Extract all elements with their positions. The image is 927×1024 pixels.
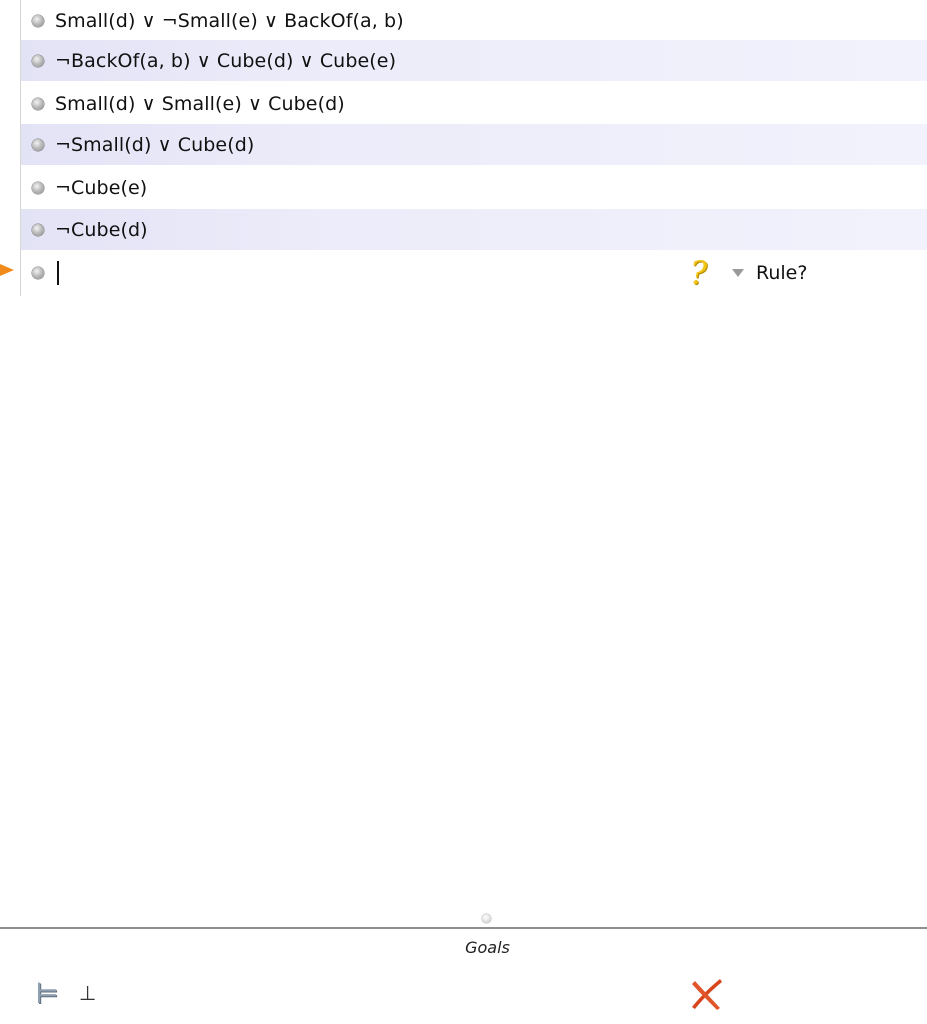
fail-x-icon (692, 979, 722, 1010)
line-bullet-icon (32, 266, 44, 279)
line-bullet-icon (32, 14, 44, 27)
proof-line-5[interactable]: ¬Cube(e) (21, 167, 927, 208)
line-formula[interactable]: ¬Cube(e) (55, 177, 147, 199)
line-bullet-icon (32, 54, 44, 67)
chevron-down-icon[interactable] (732, 269, 744, 277)
proof-line-2[interactable]: ¬BackOf(a, b) ∨ Cube(d) ∨ Cube(e) (21, 40, 927, 81)
rule-selector[interactable]: ? Rule? (690, 254, 807, 292)
proof-line-4[interactable]: ¬Small(d) ∨ Cube(d) (21, 124, 927, 165)
split-pane-handle[interactable] (482, 914, 491, 923)
line-formula[interactable]: ¬BackOf(a, b) ∨ Cube(d) ∨ Cube(e) (55, 50, 396, 72)
rule-label[interactable]: Rule? (756, 262, 807, 284)
line-bullet-icon (32, 223, 44, 236)
line-formula[interactable]: ¬Small(d) ∨ Cube(d) (55, 134, 254, 156)
proof-pane: Small(d) ∨ ¬Small(e) ∨ BackOf(a, b) ¬Bac… (0, 0, 927, 912)
line-formula[interactable]: Small(d) ∨ ¬Small(e) ∨ BackOf(a, b) (55, 10, 404, 32)
goal-formula: ⊥ (79, 981, 97, 1005)
current-line-pointer-icon (0, 264, 14, 276)
line-formula[interactable]: Small(d) ∨ Small(e) ∨ Cube(d) (55, 93, 345, 115)
turnstile-icon: ⊨ (35, 976, 60, 1010)
goal-item[interactable]: ⊨ ⊥ (35, 976, 96, 1010)
line-bullet-icon (32, 97, 44, 110)
goals-title: Goals (465, 938, 510, 957)
proof-line-1[interactable]: Small(d) ∨ ¬Small(e) ∨ BackOf(a, b) (21, 0, 927, 41)
line-bullet-icon (32, 138, 44, 151)
split-pane-divider[interactable] (0, 927, 927, 929)
proof-line-6[interactable]: ¬Cube(d) (21, 209, 927, 250)
line-bullet-icon (32, 181, 44, 194)
text-caret (57, 260, 59, 285)
question-mark-icon[interactable]: ? (690, 257, 720, 289)
line-formula[interactable]: ¬Cube(d) (55, 219, 148, 241)
proof-line-3[interactable]: Small(d) ∨ Small(e) ∨ Cube(d) (21, 83, 927, 124)
